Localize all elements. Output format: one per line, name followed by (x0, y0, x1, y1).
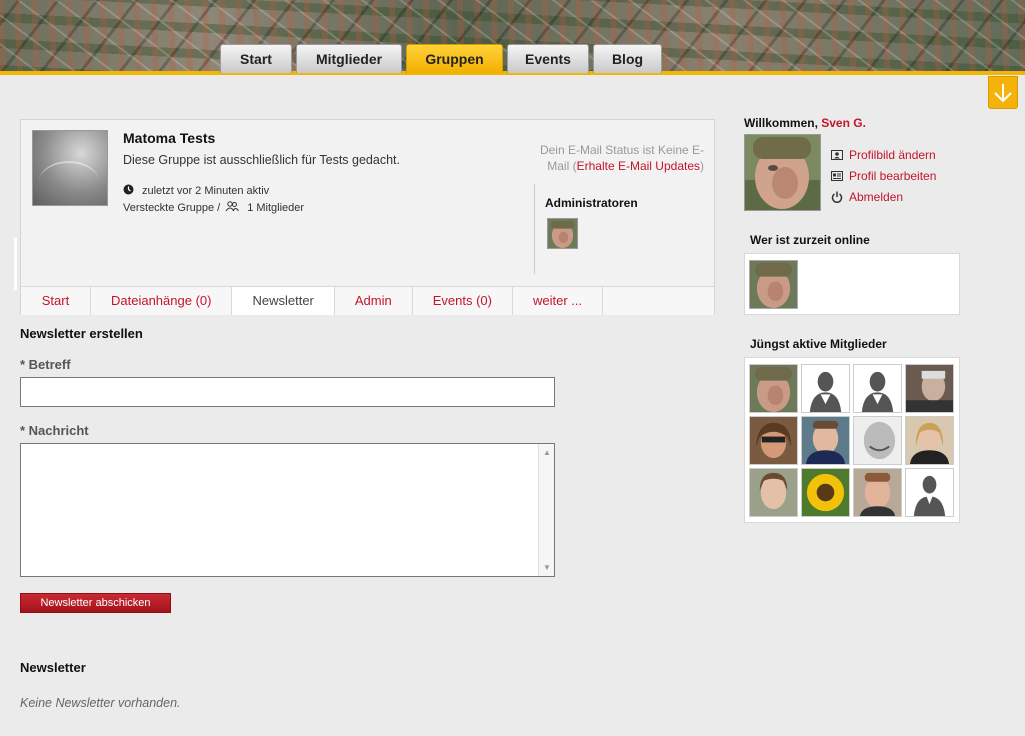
online-members-box (744, 253, 960, 315)
create-newsletter-heading: Newsletter erstellen (20, 326, 143, 341)
admins-title: Administratoren (545, 196, 638, 210)
tab-newsletter[interactable]: Newsletter (232, 287, 335, 315)
user-name-link[interactable]: Sven G. (821, 116, 866, 130)
clock-icon (123, 184, 134, 198)
members-count[interactable]: 1 Mitglieder (247, 202, 304, 214)
scroll-up-icon[interactable]: ▲ (543, 448, 551, 457)
main-nav: Start Mitglieder Gruppen Events Blog (220, 44, 666, 73)
member-avatar[interactable] (749, 468, 798, 517)
subject-input[interactable] (20, 377, 555, 407)
members-icon (225, 201, 240, 215)
member-avatar[interactable] (905, 416, 954, 465)
member-avatar-sunflower[interactable] (801, 468, 850, 517)
group-activity: zuletzt vor 2 Minuten aktiv (123, 184, 269, 198)
nav-mitglieder[interactable]: Mitglieder (296, 44, 402, 73)
welcome-line: Willkommen, Sven G. (744, 116, 866, 130)
scroll-down-icon[interactable]: ▼ (543, 563, 551, 572)
online-title: Wer ist zurzeit online (750, 233, 870, 247)
subject-label: * Betreff (20, 357, 71, 372)
welcome-label: Willkommen, (744, 116, 818, 130)
profile-edit-icon (831, 170, 843, 181)
recent-members-title: Jüngst aktive Mitglieder (750, 337, 887, 351)
tab-more[interactable]: weiter ... (513, 287, 604, 315)
nav-start[interactable]: Start (220, 44, 292, 73)
group-name: Matoma Tests (123, 130, 216, 146)
member-avatar-placeholder[interactable] (905, 468, 954, 517)
group-tabs: Start Dateianhänge (0) Newsletter Admin … (21, 286, 714, 315)
message-textarea[interactable]: ▲ ▼ (20, 443, 555, 577)
member-avatar[interactable] (749, 364, 798, 413)
member-avatar[interactable] (801, 416, 850, 465)
online-member-avatar[interactable] (749, 260, 798, 309)
email-status: Dein E-Mail Status ist Keine E-Mail (Erh… (534, 142, 704, 174)
arrow-down-icon (994, 84, 1012, 103)
logout-label: Abmelden (849, 189, 904, 204)
member-avatar-placeholder[interactable] (853, 364, 902, 413)
change-avatar-link[interactable]: Profilbild ändern (831, 144, 936, 165)
admin-avatar[interactable] (547, 218, 578, 249)
tab-events[interactable]: Events (0) (413, 287, 513, 315)
member-avatar[interactable] (749, 416, 798, 465)
group-avatar[interactable] (32, 130, 108, 206)
textarea-scrollbar[interactable]: ▲ ▼ (538, 444, 554, 576)
tab-attachments[interactable]: Dateianhänge (0) (91, 287, 233, 315)
recent-members-box (744, 357, 960, 523)
profile-links: Profilbild ändern Profil bearbeiten Abme… (831, 144, 936, 207)
group-header-card: Matoma Tests Diese Gruppe ist ausschließ… (20, 119, 715, 315)
change-avatar-label: Profilbild ändern (849, 147, 936, 162)
page-edge-marker (14, 238, 17, 290)
newsletter-heading: Newsletter (20, 660, 86, 675)
last-active-text: zuletzt vor 2 Minuten aktiv (142, 185, 270, 197)
tab-start[interactable]: Start (21, 287, 91, 315)
nav-gruppen[interactable]: Gruppen (406, 44, 503, 73)
member-avatar[interactable] (853, 416, 902, 465)
scroll-down-button[interactable] (988, 76, 1018, 109)
admins-box: Administratoren (534, 184, 704, 274)
logout-link[interactable]: Abmelden (831, 186, 936, 207)
member-avatar-placeholder[interactable] (801, 364, 850, 413)
message-label: * Nachricht (20, 423, 89, 438)
edit-profile-link[interactable]: Profil bearbeiten (831, 165, 936, 186)
power-icon (831, 191, 843, 203)
group-description: Diese Gruppe ist ausschließlich für Test… (123, 153, 400, 167)
no-newsletters-text: Keine Newsletter vorhanden. (20, 696, 181, 710)
email-status-suffix: ) (700, 159, 704, 173)
user-avatar[interactable] (744, 134, 821, 211)
id-card-icon (831, 149, 843, 160)
email-updates-link[interactable]: Erhalte E-Mail Updates (577, 159, 700, 173)
tab-admin[interactable]: Admin (335, 287, 413, 315)
nav-blog[interactable]: Blog (593, 44, 662, 73)
send-newsletter-button[interactable]: Newsletter abschicken (20, 593, 171, 613)
edit-profile-label: Profil bearbeiten (849, 168, 937, 183)
member-avatar[interactable] (853, 468, 902, 517)
member-avatar[interactable] (905, 364, 954, 413)
group-type-line: Versteckte Gruppe / 1 Mitglieder (123, 201, 304, 215)
nav-events[interactable]: Events (507, 44, 589, 73)
group-type: Versteckte Gruppe / (123, 202, 221, 214)
